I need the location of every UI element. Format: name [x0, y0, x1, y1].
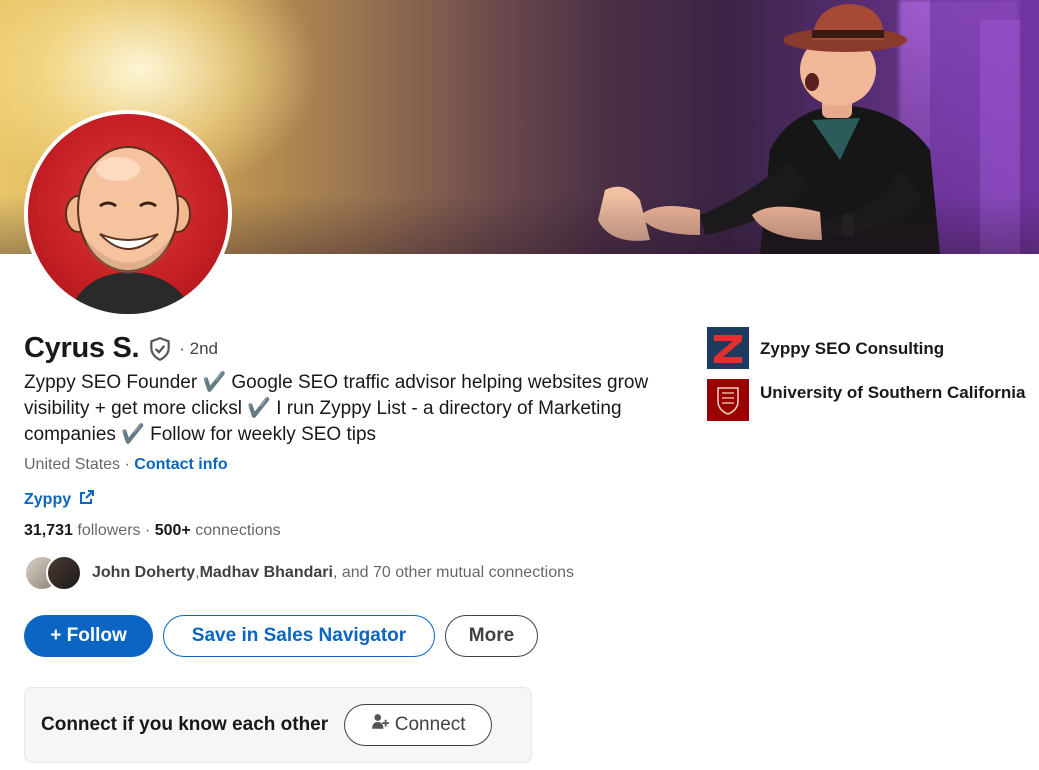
followers-label: followers: [72, 522, 141, 539]
connect-card-text: Connect if you know each other: [41, 714, 329, 735]
mutual-avatars: [24, 554, 84, 592]
mutual-connections-row[interactable]: John Doherty, Madhav Bhandari, and 70 ot…: [24, 554, 574, 592]
connect-button-label: Connect: [394, 714, 466, 735]
mutual-rest: , and 70 other mutual connections: [332, 564, 574, 581]
experience-item[interactable]: Zyppy SEO Consulting: [707, 327, 1027, 369]
connections-count[interactable]: 500+: [155, 522, 191, 539]
followers-row: 31,731 followers · 500+ connections: [24, 522, 281, 540]
website-link[interactable]: Zyppy: [24, 491, 71, 509]
zyppy-logo: [707, 327, 749, 369]
avatar-illustration: [65, 146, 193, 314]
education-item[interactable]: University of Southern California: [707, 379, 1027, 421]
education-label: University of Southern California: [760, 383, 1026, 402]
mutual-name: Madhav Bhandari: [199, 564, 333, 581]
name-row: Cyrus S. · 2nd: [24, 332, 218, 365]
experience-label: Zyppy SEO Consulting: [760, 339, 945, 358]
connections-separator: ·: [140, 522, 155, 539]
profile-headline: Zyppy SEO Founder ✔️ Google SEO traffic …: [24, 372, 649, 445]
contact-info-link[interactable]: Contact info: [134, 456, 227, 473]
website-row: Zyppy: [24, 489, 95, 510]
profile-sidebar: Zyppy SEO Consulting University of South…: [707, 327, 1027, 431]
profile-actions: + Follow Save in Sales Navigator More: [24, 615, 538, 657]
avatar: [28, 114, 228, 314]
followers-count: 31,731: [24, 522, 73, 539]
more-button[interactable]: More: [445, 615, 538, 657]
mutual-avatar: [46, 555, 82, 591]
follow-button[interactable]: + Follow: [24, 615, 153, 657]
location-separator: ·: [120, 456, 135, 473]
connect-button[interactable]: Connect: [344, 704, 493, 746]
mutual-name: John Doherty: [92, 564, 196, 581]
profile-name: Cyrus S.: [24, 332, 140, 364]
connections-label[interactable]: connections: [191, 522, 280, 539]
connect-card: Connect if you know each other Connect: [24, 687, 532, 763]
profile-photo[interactable]: [24, 110, 232, 318]
location-row: United States · Contact info: [24, 456, 228, 474]
add-person-icon: [371, 713, 389, 737]
location-text: United States: [24, 456, 121, 473]
usc-logo: [707, 379, 749, 421]
save-sales-navigator-button[interactable]: Save in Sales Navigator: [163, 615, 435, 657]
connection-degree: · 2nd: [179, 338, 219, 358]
verified-shield-icon[interactable]: [147, 336, 173, 362]
external-link-icon[interactable]: [79, 489, 95, 510]
